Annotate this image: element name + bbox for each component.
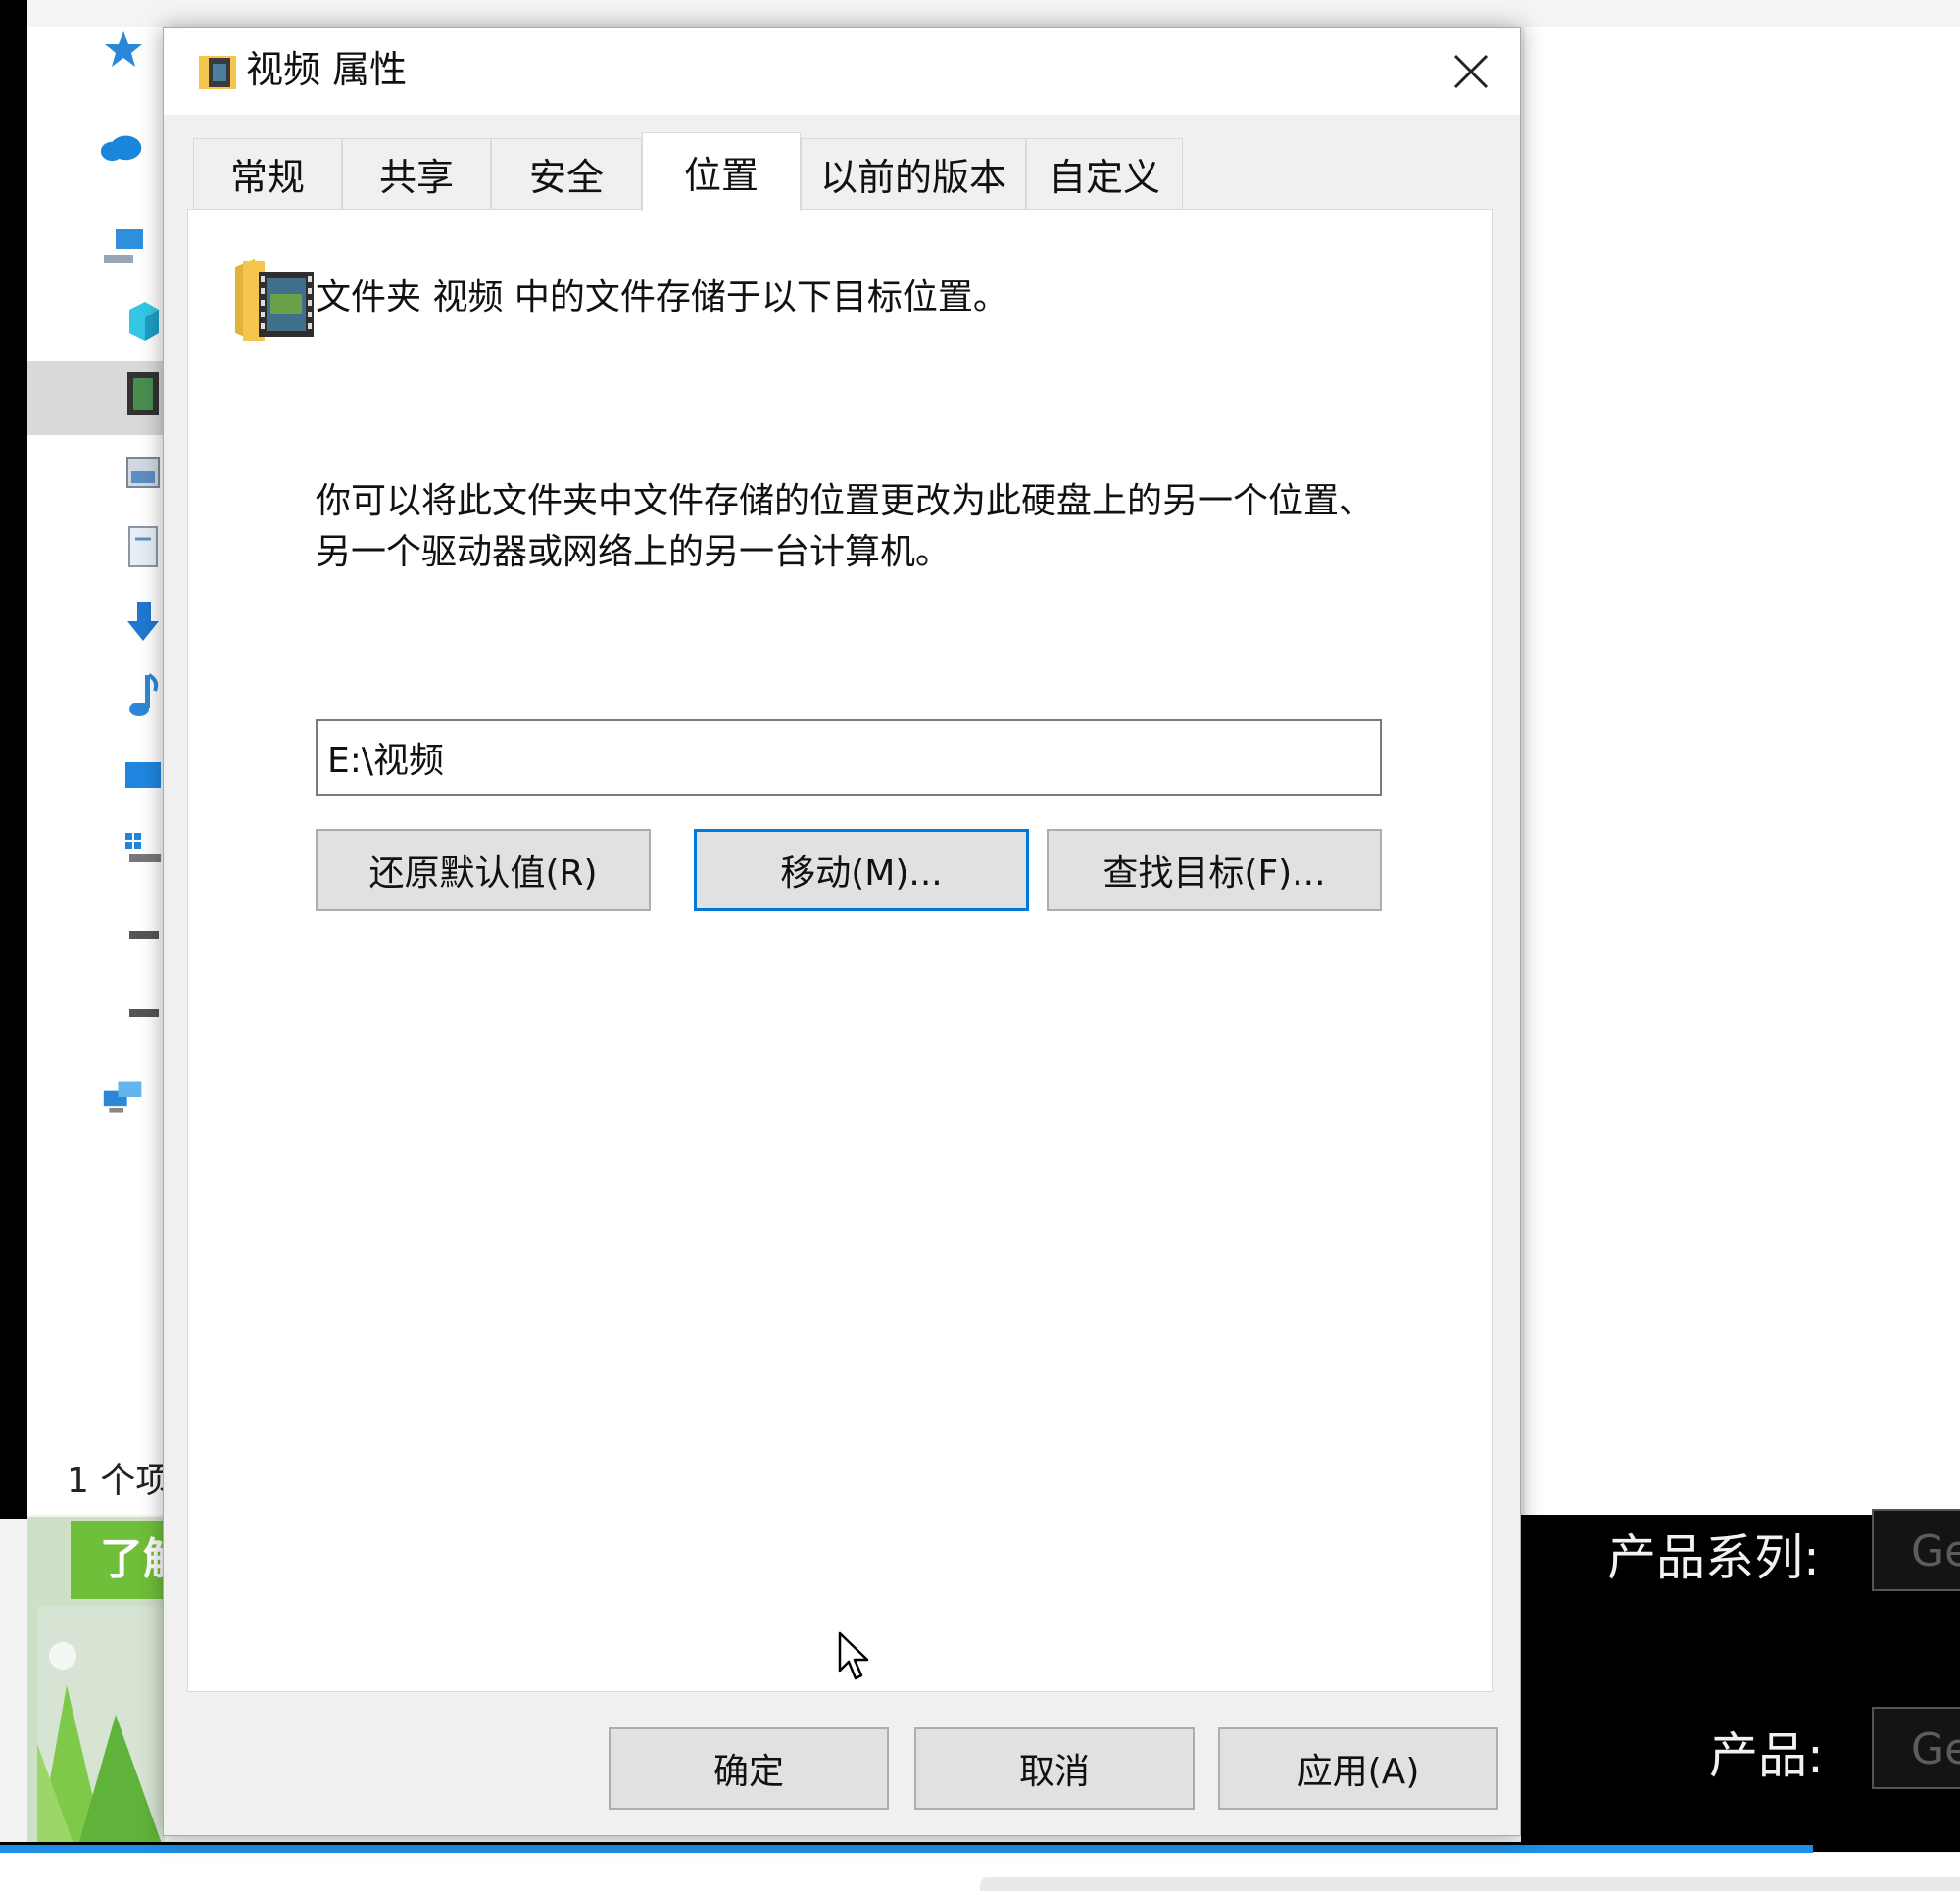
folder-video-icon [199,48,238,91]
dialog-titlebar[interactable]: 视频 属性 [164,28,1520,115]
onedrive-cloud-icon[interactable] [100,125,143,169]
downloads-arrow-icon[interactable] [122,600,165,643]
move-button[interactable]: 移动(M)... [694,829,1029,911]
network-icon[interactable] [102,1076,145,1119]
mouse-cursor-icon [838,1631,871,1686]
drive-icon[interactable] [122,992,165,1035]
location-tab-panel: 文件夹 视频 中的文件存储于以下目标位置。 你可以将此文件夹中文件存储的位置更改… [187,209,1493,1692]
apply-button[interactable]: 应用(A) [1218,1727,1498,1810]
top-strip [0,0,1960,27]
location-path-input[interactable] [316,719,1382,796]
tab-customize[interactable]: 自定义 [1026,138,1183,209]
background-window [1525,27,1960,1517]
close-button[interactable] [1422,28,1520,115]
properties-dialog: 视频 属性 常规 共享 安全 位置 以前的版本 自定义 文件夹 视频 中的文件存… [163,27,1521,1836]
tab-location[interactable]: 位置 [642,132,801,211]
close-icon [1453,54,1489,89]
windows-drive-icon[interactable] [122,829,165,872]
desktop-icon[interactable] [122,754,165,798]
videos-folder-icon [231,255,319,345]
tab-security[interactable]: 安全 [491,138,642,209]
product-label: 产品: [1709,1727,1824,1784]
location-description: 你可以将此文件夹中文件存储的位置更改为此硬盘上的另一个位置、另一个驱动器或网络上… [316,481,1375,572]
find-target-button[interactable]: 查找目标(F)... [1047,829,1382,911]
tab-previous-versions[interactable]: 以前的版本 [801,138,1026,209]
videos-folder-icon[interactable] [122,372,165,415]
music-note-icon[interactable] [122,673,165,717]
pictures-folder-icon[interactable] [122,451,165,494]
web-learn-more-button[interactable]: 了解 [71,1521,169,1599]
restore-default-button[interactable]: 还原默认值(R) [316,829,651,911]
this-pc-icon[interactable] [102,225,145,268]
bottom-panel-edge [980,1877,1960,1891]
explorer-status-text: 1 个项 [67,1461,165,1501]
tab-general[interactable]: 常规 [193,138,342,209]
ok-button[interactable]: 确定 [609,1727,889,1810]
drive-icon[interactable] [122,913,165,956]
product-series-select[interactable]: Ge [1872,1509,1960,1591]
3d-objects-icon[interactable] [122,300,165,343]
location-header-text: 文件夹 视频 中的文件存储于以下目标位置。 [316,277,1008,317]
progress-strip [0,1845,1813,1853]
product-select[interactable]: Ge [1872,1707,1960,1789]
web-illustration [37,1607,165,1852]
documents-folder-icon[interactable] [122,525,165,568]
product-series-label: 产品系列: [1607,1529,1820,1586]
tab-sharing[interactable]: 共享 [342,138,491,209]
screen-edge [0,0,27,1519]
quick-access-star-icon[interactable] [102,27,145,71]
dialog-title: 视频 属性 [246,48,408,91]
cancel-button[interactable]: 取消 [914,1727,1195,1810]
